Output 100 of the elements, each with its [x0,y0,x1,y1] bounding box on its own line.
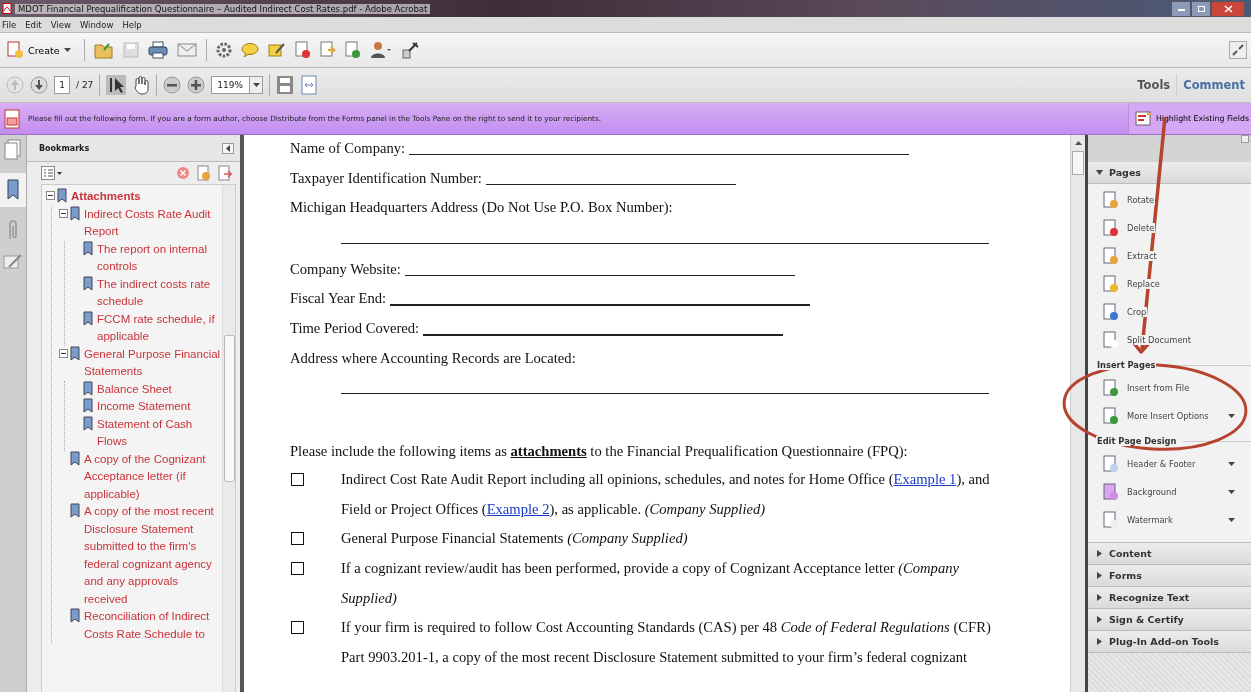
expand-icon[interactable] [1229,41,1247,59]
bookmark-icon [70,608,80,623]
collapse-panel-button[interactable] [222,142,234,154]
collapse-icon[interactable] [59,208,68,218]
bookmark-item[interactable]: Attachments [71,188,141,206]
fit-width-icon[interactable] [300,75,319,95]
bookmark-item[interactable]: Income Statement [97,398,191,416]
bookmark-item[interactable]: Reconciliation of Indirect Costs Rate Schedule to [84,608,222,643]
bookmark-item[interactable]: The indirect costs rate schedule [97,275,222,311]
section-header[interactable]: Content [1088,543,1251,565]
scroll-thumb[interactable] [1072,151,1084,175]
page-tool-icon [1103,379,1119,397]
bookmark-icon [70,345,80,361]
bookmark-item[interactable]: Indirect Costs Rate Audit Report [84,205,222,241]
bookmark-item[interactable]: Statement of Cash Flows [97,415,222,451]
gear-icon[interactable] [215,42,232,58]
tool-item[interactable]: Insert from File [1088,374,1251,402]
menu-item[interactable]: Edit [25,19,42,30]
instruction-text: Please include the following items as attachments to the Financial Prequalification Questionnaire (FPQ): [290,442,909,461]
bookmark-export-icon[interactable] [218,165,232,181]
section-header[interactable]: Recognize Text [1088,587,1251,609]
bookmark-item[interactable]: Balance Sheet [97,380,172,398]
group-title: Insert Pages [1096,360,1157,370]
form-fields-icon [1134,110,1153,127]
zoom-in-icon[interactable] [187,76,206,94]
tool-item[interactable]: Replace [1088,270,1251,298]
bookmarks-tab[interactable] [0,173,26,207]
zoom-out-icon[interactable] [163,76,182,94]
new-document-icon [6,41,24,59]
section-header[interactable]: Sign & Certify [1088,609,1251,631]
tool-item[interactable]: Watermark [1088,506,1251,534]
zoom-dropdown-button[interactable] [250,76,264,94]
tool-item[interactable]: Crop [1088,298,1251,326]
menu-item[interactable]: Help [122,19,142,30]
expand-triangle-icon [1096,550,1103,557]
tool-item[interactable]: Background [1088,478,1251,506]
bookmark-item[interactable]: FCCM rate schedule, if applicable [97,310,222,346]
close-button[interactable] [1211,0,1245,17]
caret-icon [226,144,230,152]
tool-item[interactable]: Header & Footer [1088,450,1251,478]
speech-bubble-icon[interactable] [240,42,259,58]
hammer-icon[interactable] [400,41,421,59]
restore-button[interactable] [1191,0,1211,17]
minimize-button[interactable] [1171,0,1191,17]
options-menu-icon[interactable] [41,166,63,180]
next-page-icon[interactable] [30,76,48,94]
document-x-icon[interactable] [294,41,311,59]
pane-tab[interactable]: Comment [1176,74,1251,96]
field-label: Fiscal Year End: [290,289,387,308]
scroll-up-icon[interactable] [1074,141,1082,145]
create-button[interactable]: Create [6,41,75,59]
collapse-icon[interactable] [46,191,55,200]
signature-pen-icon[interactable] [3,253,23,271]
field-label: Address where Accounting Records are Located: [290,348,576,367]
expand-triangle-icon [1096,638,1103,645]
pane-tab[interactable]: Tools [1131,74,1177,96]
open-folder-icon[interactable] [93,41,114,59]
pencil-note-icon[interactable] [267,42,286,58]
menu-item[interactable]: File [2,19,17,30]
checkbox[interactable] [291,473,304,487]
document-export-icon[interactable] [344,41,361,59]
bookmark-item[interactable]: A copy of the Cognizant Acceptance letter (if applicable) [84,450,222,503]
bookmark-item[interactable]: A copy of the most recent Disclosure Statement submitted to the firm's federal cognizant agency and any approvals received [84,503,222,608]
checkbox[interactable] [291,561,304,575]
menu-item[interactable]: Window [79,19,114,30]
example-link[interactable]: Example 2 [486,500,550,517]
hand-icon[interactable] [132,75,151,95]
tool-item[interactable]: Rotate [1088,186,1251,214]
page-tool-icon [1103,331,1119,349]
checkbox[interactable] [291,532,304,546]
caret-icon [63,48,71,52]
section-header[interactable]: Plug-In Add-on Tools [1088,631,1251,653]
page-number-field[interactable]: 1 [54,76,70,94]
example-link[interactable]: Example 1 [893,471,957,488]
user-icon[interactable] [369,41,392,59]
section-header[interactable]: Forms [1088,565,1251,587]
section-header[interactable]: Pages [1088,162,1251,184]
dropdown-caret-icon [1228,462,1235,466]
fit-page-icon[interactable] [276,75,295,95]
tool-item[interactable]: Split Document [1088,326,1251,354]
page-tool-icon [1103,275,1119,293]
restore-icon [1196,4,1206,13]
select-cursor-icon[interactable] [106,75,127,95]
tool-item[interactable]: Delete [1088,214,1251,242]
attachment-text: If a cognizant review/audit has been performed, provide a copy of Cognizant Acceptance letter (Company Supplied) [341,558,960,608]
tool-item[interactable]: More Insert Options [1088,402,1251,430]
field-label: Name of Company: [290,139,406,157]
print-icon[interactable] [147,41,168,59]
collapse-icon[interactable] [59,348,68,358]
bookmark-item[interactable]: General Purpose Financial Statements [84,345,222,381]
pdf-icon [2,3,12,14]
caret-icon [252,83,260,87]
scrollbar[interactable] [1070,135,1088,692]
expand-triangle-icon [1096,572,1103,579]
bookmark-icon [83,415,93,431]
checkbox[interactable] [291,621,304,635]
bookmark-item[interactable]: The report on internal controls [97,240,222,276]
zoom-field[interactable]: 119% [211,76,251,94]
menu-item[interactable]: View [50,19,71,30]
tool-item[interactable]: Extract [1088,242,1251,270]
